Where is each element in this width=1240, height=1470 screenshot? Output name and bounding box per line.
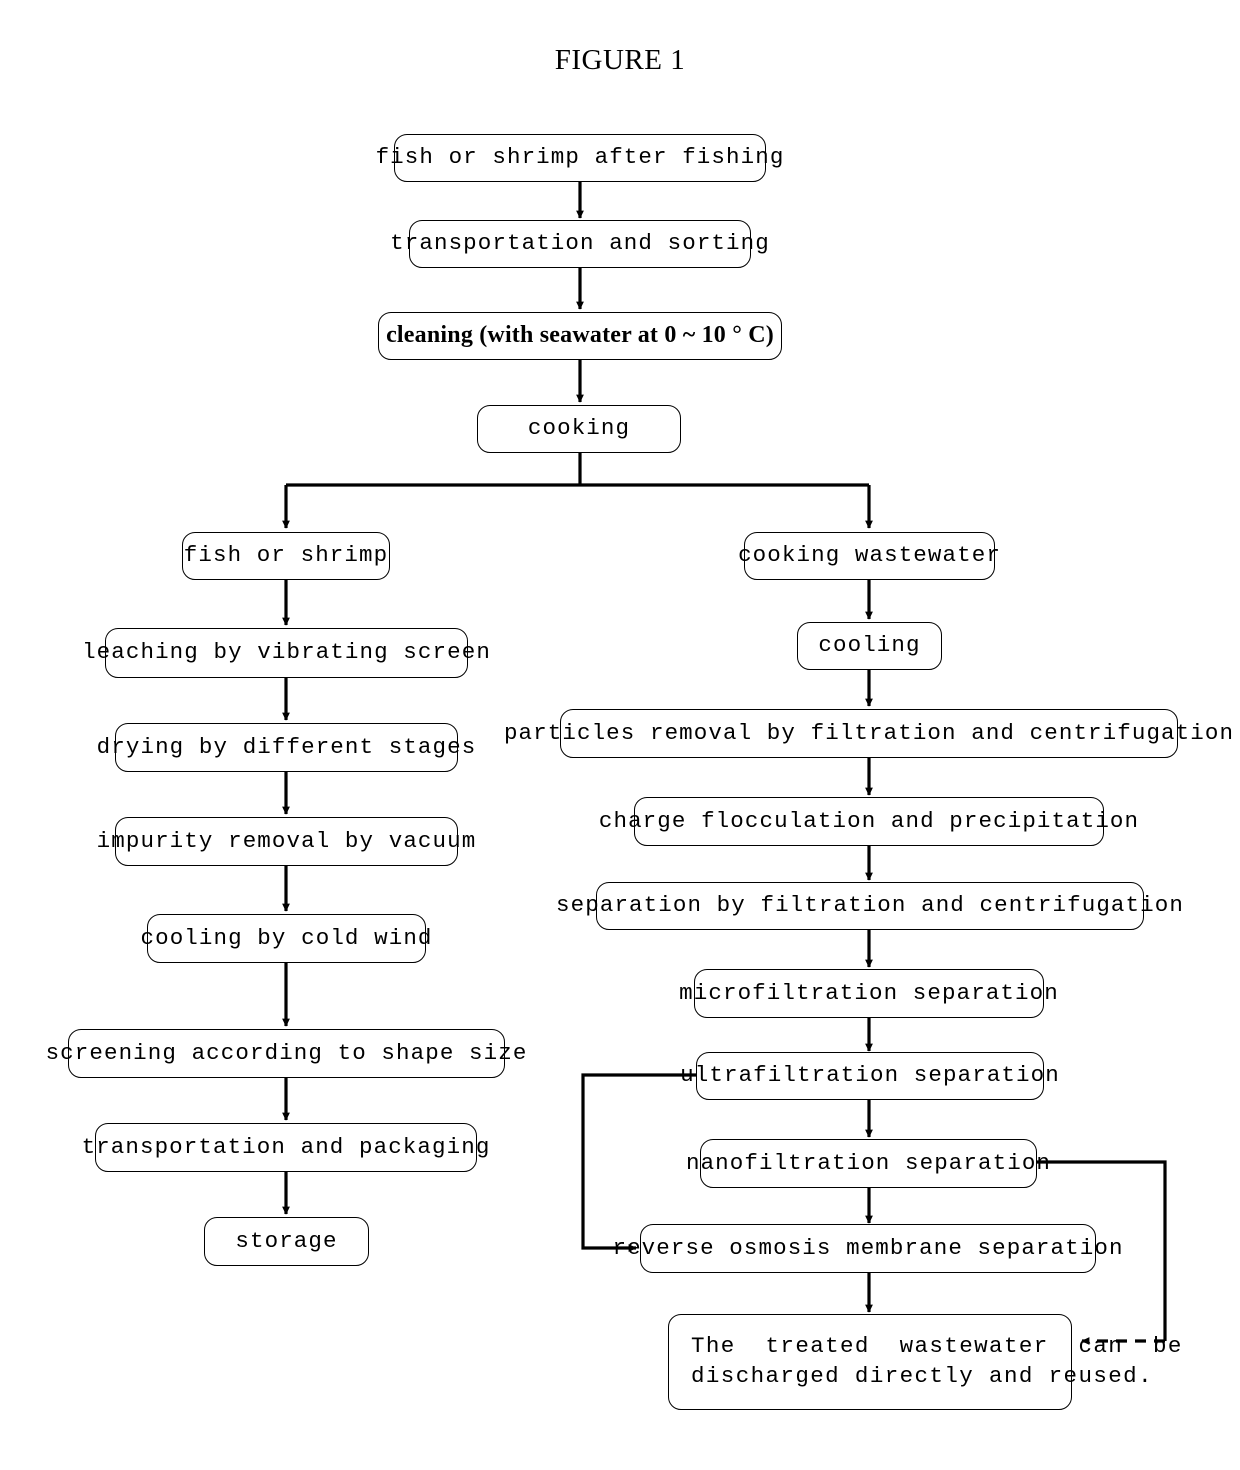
node-treated-wastewater-result[interactable]: The treated wastewater can be discharged… (668, 1314, 1181, 1410)
node-separation-by-filtration-and-centrifugation[interactable]: separation by filtration and centrifugat… (556, 882, 1183, 930)
node-drying-by-different-stages[interactable]: drying by different stages (97, 723, 475, 772)
node-reverse-osmosis-membrane-separation[interactable]: reverse osmosis membrane separation (612, 1224, 1122, 1273)
node-cleaning-with-seawater[interactable]: cleaning (with seawater at 0 ~ 10 ° C) (378, 312, 782, 360)
node-fish-or-shrimp-after-fishing[interactable]: fish or shrimp after fishing (376, 134, 783, 182)
node-storage[interactable]: storage (204, 1217, 369, 1266)
node-transportation-and-sorting[interactable]: transportation and sorting (390, 220, 769, 268)
figure-title: FIGURE 1 (554, 44, 686, 76)
node-screening-according-to-shape-size[interactable]: screening according to shape size (46, 1029, 526, 1078)
node-microfiltration-separation[interactable]: microfiltration separation (679, 969, 1058, 1018)
node-cooling-by-cold-wind[interactable]: cooling by cold wind (140, 914, 431, 963)
edge-r7-r9-bypass (581, 1073, 698, 1252)
node-charge-flocculation-and-precipitation[interactable]: charge flocculation and precipitation (599, 797, 1138, 846)
node-transportation-and-packaging[interactable]: transportation and packaging (82, 1123, 489, 1172)
node-fish-or-shrimp[interactable]: fish or shrimp (182, 532, 390, 580)
node-cooking-wastewater[interactable]: cooking wastewater (738, 532, 1000, 580)
node-nanofiltration-separation[interactable]: nanofiltration separation (686, 1139, 1050, 1188)
figure-page: FIGURE 1 fish or shrimp after fishing tr… (0, 0, 1240, 1470)
node-leaching-by-vibrating-screen[interactable]: leaching by vibrating screen (82, 628, 490, 678)
node-cooling[interactable]: cooling (797, 622, 942, 670)
node-ultrafiltration-separation[interactable]: ultrafiltration separation (680, 1052, 1059, 1100)
node-cooking[interactable]: cooking (477, 405, 681, 453)
node-particles-removal[interactable]: particles removal by filtration and cent… (504, 709, 1233, 758)
node-impurity-removal-by-vacuum[interactable]: impurity removal by vacuum (97, 817, 475, 866)
